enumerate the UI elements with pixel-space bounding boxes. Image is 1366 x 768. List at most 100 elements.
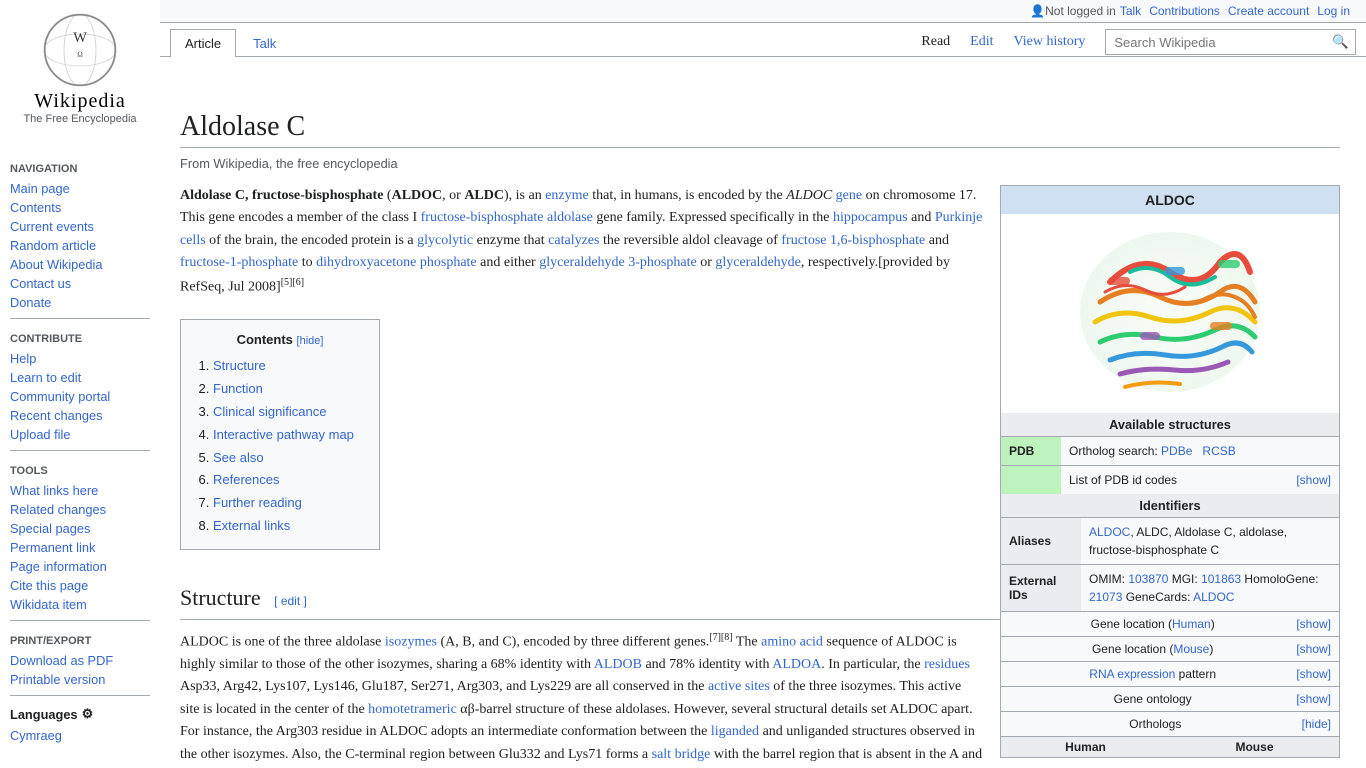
rna-expression-row: RNA expression pattern [show]	[1001, 661, 1339, 686]
sidebar-item-contents[interactable]: Contents	[0, 198, 160, 217]
ref-56: [5][6]	[281, 277, 304, 288]
liganded-link[interactable]: liganded	[711, 724, 759, 739]
sidebar: W Ω Wikipedia The Free Encyclopedia Navi…	[0, 0, 160, 768]
sidebar-item-community-portal[interactable]: Community portal	[0, 387, 160, 406]
identifiers-header: Identifiers	[1001, 494, 1339, 517]
page-tabs-wrapper: Article Talk Read Edit View history 🔍	[160, 28, 1366, 57]
site-name[interactable]: Wikipedia	[10, 90, 150, 113]
sidebar-item-main-page[interactable]: Main page	[0, 179, 160, 198]
human-link[interactable]: Human	[1172, 617, 1211, 631]
gene-location-human-show[interactable]: [show]	[1296, 617, 1331, 631]
gene-location-human-row: Gene location (Human) [show]	[1001, 611, 1339, 636]
rna-expression-show[interactable]: [show]	[1296, 667, 1331, 681]
sidebar-item-cymraeg[interactable]: Cymraeg	[0, 726, 160, 745]
sidebar-item-about[interactable]: About Wikipedia	[0, 255, 160, 274]
sidebar-item-recent-changes[interactable]: Recent changes	[0, 406, 160, 425]
sidebar-item-upload-file[interactable]: Upload file	[0, 425, 160, 444]
sidebar-item-cite[interactable]: Cite this page	[0, 576, 160, 595]
list-pdb-show[interactable]: [show]	[1296, 471, 1331, 489]
aliases-label: Aliases	[1001, 518, 1081, 564]
sidebar-item-wikidata[interactable]: Wikidata item	[0, 595, 160, 614]
isozymes-link[interactable]: isozymes	[385, 635, 437, 650]
gene-location-mouse-row: Gene location (Mouse) [show]	[1001, 636, 1339, 661]
sidebar-item-contact[interactable]: Contact us	[0, 274, 160, 293]
sidebar-item-learn-to-edit[interactable]: Learn to edit	[0, 368, 160, 387]
contributions-link[interactable]: Contributions	[1149, 4, 1220, 18]
sidebar-item-permanent-link[interactable]: Permanent link	[0, 538, 160, 557]
pdbe-link[interactable]: PDBe	[1161, 444, 1192, 458]
from-wikipedia: From Wikipedia, the free encyclopedia	[180, 156, 1340, 171]
species-header: Human Mouse	[1001, 736, 1339, 757]
gene-ontology-row: Gene ontology [show]	[1001, 686, 1339, 711]
article-body: Aldolase C From Wikipedia, the free ency…	[160, 91, 1360, 768]
enzyme-link[interactable]: enzyme	[545, 188, 589, 203]
sidebar-item-what-links-here[interactable]: What links here	[0, 481, 160, 500]
fructose-1-link[interactable]: fructose-1-phosphate	[180, 255, 298, 270]
tab-article[interactable]: Article	[170, 29, 236, 57]
amino-acid-link[interactable]: amino acid	[761, 635, 823, 650]
catalyzes-link[interactable]: catalyzes	[548, 233, 599, 248]
dhap-link[interactable]: dihydroxyacetone phosphate	[316, 255, 477, 270]
sidebar-item-special-pages[interactable]: Special pages	[0, 519, 160, 538]
talk-link[interactable]: Talk	[1120, 4, 1141, 18]
search-input[interactable]	[1106, 31, 1326, 54]
contents-item-1[interactable]: Structure	[213, 356, 363, 377]
contents-item-8[interactable]: External links	[213, 516, 363, 537]
languages-header: Languages ⚙	[0, 702, 160, 726]
salt-bridge-link[interactable]: salt bridge	[652, 747, 711, 762]
external-ids-value: OMIM: 103870 MGI: 101863 HomoloGene: 210…	[1081, 565, 1339, 611]
protein-image	[1070, 222, 1270, 402]
list-pdb-label: List of PDB id codes	[1069, 473, 1177, 487]
sidebar-item-random-article[interactable]: Random article	[0, 236, 160, 255]
sidebar-item-page-information[interactable]: Page information	[0, 557, 160, 576]
infobox-title: ALDOC	[1001, 186, 1339, 214]
glycolytic-link[interactable]: glycolytic	[417, 233, 473, 248]
gene-link[interactable]: gene	[836, 188, 862, 203]
gear-icon[interactable]: ⚙	[82, 706, 93, 722]
gene-location-mouse-show[interactable]: [show]	[1296, 642, 1331, 656]
active-sites-link[interactable]: active sites	[708, 679, 770, 694]
wikipedia-logo[interactable]: W Ω	[40, 10, 120, 90]
sidebar-item-download-pdf[interactable]: Download as PDF	[0, 651, 160, 670]
tab-read[interactable]: Read	[911, 28, 960, 56]
structure-edit-link[interactable]: [ edit ]	[274, 594, 307, 608]
sidebar-item-current-events[interactable]: Current events	[0, 217, 160, 236]
navigation-title: Navigation	[0, 155, 160, 179]
pdb-value: Ortholog search: PDBe RCSB	[1061, 437, 1339, 465]
infobox-external-ids-row: External IDs OMIM: 103870 MGI: 101863 Ho…	[1001, 564, 1339, 611]
sidebar-item-related-changes[interactable]: Related changes	[0, 500, 160, 519]
rna-expression-link[interactable]: RNA expression	[1089, 667, 1175, 681]
not-logged-in: Not logged in	[1045, 4, 1116, 18]
search-button[interactable]: 🔍	[1326, 30, 1355, 54]
create-account-link[interactable]: Create account	[1228, 4, 1309, 18]
tab-edit[interactable]: Edit	[960, 28, 1003, 56]
contents-item-6[interactable]: References	[213, 470, 363, 491]
glyceraldehyde-3-link[interactable]: glyceraldehyde 3-phosphate	[539, 255, 696, 270]
sidebar-item-help[interactable]: Help	[0, 349, 160, 368]
contents-item-4[interactable]: Interactive pathway map	[213, 425, 363, 446]
rcsb-link[interactable]: RCSB	[1202, 444, 1235, 458]
aldoc-bold: ALDOC	[392, 188, 443, 203]
aldoa-link[interactable]: ALDOA	[772, 657, 821, 672]
orthologs-hide[interactable]: [hide]	[1302, 717, 1331, 731]
gene-ontology-show[interactable]: [show]	[1296, 692, 1331, 706]
contents-item-2[interactable]: Function	[213, 379, 363, 400]
tab-talk[interactable]: Talk	[238, 29, 291, 57]
contents-item-5[interactable]: See also	[213, 448, 363, 469]
homotetrameric-link[interactable]: homotetrameric	[368, 702, 457, 717]
contents-hide[interactable]: [hide]	[297, 335, 324, 347]
log-in-link[interactable]: Log in	[1317, 4, 1350, 18]
sidebar-item-donate[interactable]: Donate	[0, 293, 160, 312]
logo-area: W Ω Wikipedia The Free Encyclopedia	[0, 0, 160, 135]
mouse-link[interactable]: Mouse	[1173, 642, 1209, 656]
residues-link[interactable]: residues	[924, 657, 970, 672]
fructose-16-link[interactable]: fructose 1,6-bisphosphate	[781, 233, 925, 248]
contents-item-3[interactable]: Clinical significance	[213, 402, 363, 423]
fructose-link[interactable]: fructose-bisphosphate aldolase	[421, 210, 593, 225]
sidebar-item-printable[interactable]: Printable version	[0, 670, 160, 689]
hippocampus-link[interactable]: hippocampus	[833, 210, 908, 225]
aldob-link[interactable]: ALDOB	[594, 657, 642, 672]
tab-view-history[interactable]: View history	[1004, 28, 1096, 56]
contents-item-7[interactable]: Further reading	[213, 493, 363, 514]
glyceraldehyde-link[interactable]: glyceraldehyde	[715, 255, 801, 270]
